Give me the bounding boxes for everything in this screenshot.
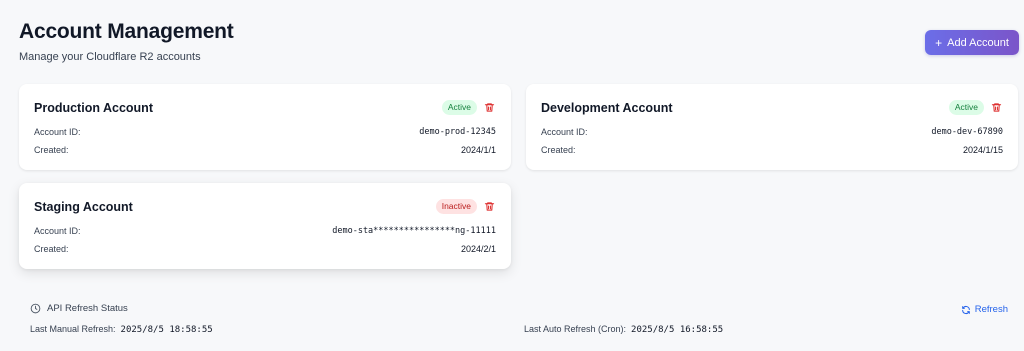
trash-icon bbox=[484, 103, 495, 112]
refresh-icon bbox=[961, 305, 970, 314]
manual-refresh-line: Last Manual Refresh: 2025/8/5 18:58:55 bbox=[30, 324, 213, 335]
account-id-row: Account ID: demo-prod-12345 bbox=[34, 127, 496, 137]
account-card-production: Production Account Active Account ID: de… bbox=[19, 84, 511, 170]
account-name: Staging Account bbox=[34, 200, 133, 214]
account-id-value: demo-prod-12345 bbox=[419, 127, 496, 137]
refresh-status-header: API Refresh Status bbox=[30, 303, 128, 314]
auto-refresh-value: 2025/8/5 16:58:55 bbox=[631, 325, 724, 335]
account-id-row: Account ID: demo-sta****************ng-1… bbox=[34, 226, 496, 236]
refresh-status-title: API Refresh Status bbox=[47, 303, 128, 314]
created-label: Created: bbox=[541, 145, 576, 155]
created-label: Created: bbox=[34, 145, 69, 155]
status-badge: Inactive bbox=[435, 199, 477, 214]
clock-icon bbox=[30, 303, 41, 314]
account-card-development: Development Account Active Account ID: d… bbox=[526, 84, 1018, 170]
refresh-label: Refresh bbox=[974, 304, 1008, 315]
created-label: Created: bbox=[34, 244, 69, 254]
account-id-label: Account ID: bbox=[34, 226, 81, 236]
created-row: Created: 2024/2/1 bbox=[34, 244, 496, 254]
page-title: Account Management bbox=[19, 20, 234, 43]
plus-icon: + bbox=[935, 35, 943, 50]
manual-refresh-value: 2025/8/5 18:58:55 bbox=[120, 325, 213, 335]
auto-refresh-label: Last Auto Refresh (Cron): bbox=[524, 324, 627, 334]
account-id-row: Account ID: demo-dev-67890 bbox=[541, 127, 1003, 137]
status-badge: Active bbox=[948, 100, 984, 115]
refresh-status-section: API Refresh Status Refresh Last Manual R… bbox=[0, 300, 1024, 351]
add-account-label: Add Account bbox=[947, 36, 1009, 49]
created-row: Created: 2024/1/15 bbox=[541, 145, 1003, 155]
status-badge: Active bbox=[441, 100, 477, 115]
delete-account-button[interactable] bbox=[991, 102, 1002, 113]
account-id-value: demo-dev-67890 bbox=[931, 127, 1003, 137]
created-row: Created: 2024/1/1 bbox=[34, 145, 496, 155]
delete-account-button[interactable] bbox=[484, 201, 495, 212]
created-value: 2024/1/15 bbox=[962, 145, 1003, 155]
account-id-label: Account ID: bbox=[541, 127, 588, 137]
delete-account-button[interactable] bbox=[484, 102, 495, 113]
auto-refresh-line: Last Auto Refresh (Cron): 2025/8/5 16:58… bbox=[524, 324, 723, 335]
account-card-staging: Staging Account Inactive Account ID: dem… bbox=[19, 183, 511, 269]
page-subtitle: Manage your Cloudflare R2 accounts bbox=[19, 51, 201, 63]
account-name: Development Account bbox=[541, 101, 673, 115]
created-value: 2024/2/1 bbox=[460, 244, 496, 254]
account-id-label: Account ID: bbox=[34, 127, 81, 137]
created-value: 2024/1/1 bbox=[460, 145, 496, 155]
manual-refresh-label: Last Manual Refresh: bbox=[30, 324, 116, 334]
add-account-button[interactable]: + Add Account bbox=[925, 30, 1019, 55]
account-id-value: demo-sta****************ng-11111 bbox=[332, 226, 496, 236]
account-name: Production Account bbox=[34, 101, 153, 115]
trash-icon bbox=[991, 103, 1002, 112]
refresh-button[interactable]: Refresh bbox=[961, 304, 1008, 315]
trash-icon bbox=[484, 202, 495, 211]
